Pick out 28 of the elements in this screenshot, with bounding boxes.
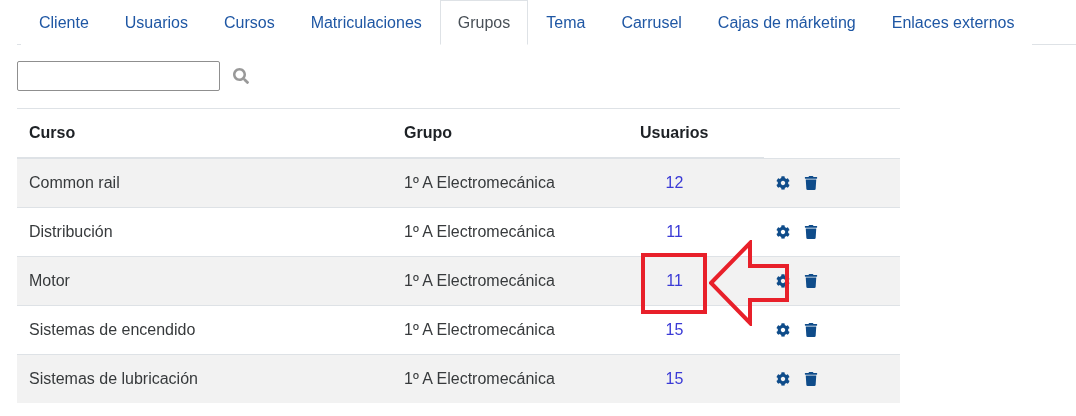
table-cell: Sistemas de encendido bbox=[17, 305, 392, 355]
table-cell: Common rail bbox=[17, 158, 392, 208]
user-count-link[interactable]: 12 bbox=[640, 174, 709, 192]
user-count-link[interactable]: 15 bbox=[640, 321, 709, 339]
search-icon[interactable] bbox=[233, 68, 249, 84]
table-cell: Sistemas de lubricación bbox=[17, 354, 392, 403]
table-cell: 1º A Electromecánica bbox=[392, 207, 628, 257]
table-cell: 1º A Electromecánica bbox=[392, 354, 628, 403]
table-cell: Distribución bbox=[17, 207, 392, 257]
trash-icon[interactable] bbox=[804, 323, 818, 337]
user-count-link[interactable]: 15 bbox=[640, 370, 709, 388]
table-cell: 1º A Electromecánica bbox=[392, 256, 628, 306]
trash-icon[interactable] bbox=[804, 372, 818, 386]
settings-icon[interactable] bbox=[776, 372, 790, 386]
trash-icon[interactable] bbox=[804, 274, 818, 288]
user-count-link[interactable]: 11 bbox=[640, 272, 709, 290]
table-cell: 1º A Electromecánica bbox=[392, 305, 628, 355]
settings-icon[interactable] bbox=[776, 175, 790, 190]
trash-icon[interactable] bbox=[804, 225, 818, 239]
user-count-link[interactable]: 11 bbox=[640, 223, 709, 241]
highlight-frame bbox=[641, 253, 707, 314]
tab[interactable]: Grupos bbox=[439, 0, 529, 45]
trash-icon[interactable] bbox=[804, 175, 818, 190]
settings-icon[interactable] bbox=[776, 323, 790, 337]
table-cell: 1º A Electromecánica bbox=[392, 158, 628, 208]
table-cell: Motor bbox=[17, 256, 392, 306]
search-field[interactable] bbox=[17, 61, 220, 91]
settings-icon[interactable] bbox=[776, 225, 790, 239]
